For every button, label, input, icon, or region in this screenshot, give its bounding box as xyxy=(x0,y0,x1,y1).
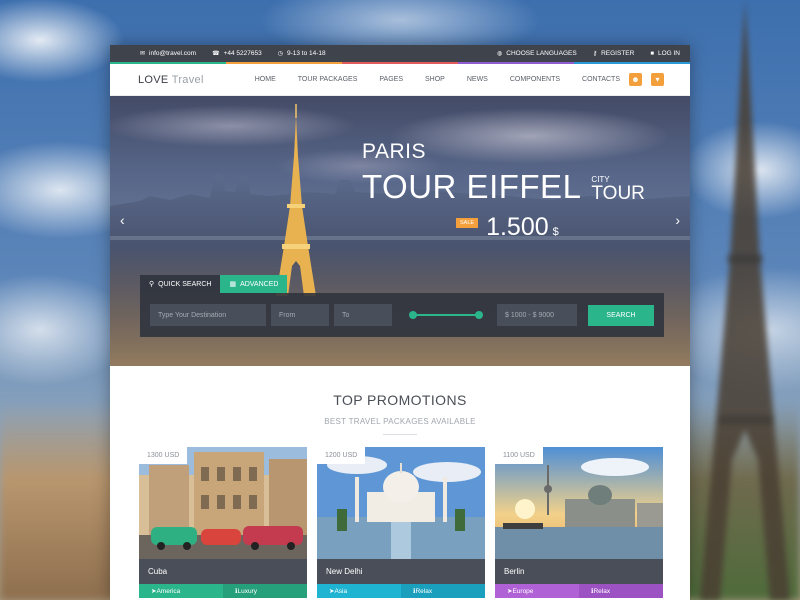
website-frame: ✉ info@travel.com ☎ +44 5227653 ◷ 9-13 t… xyxy=(110,45,690,600)
tag-region-label: Europe xyxy=(512,587,534,595)
nav-pages[interactable]: PAGES xyxy=(379,76,403,83)
tab-quick-label: QUICK SEARCH xyxy=(158,280,212,288)
languages-label: CHOOSE LANGUAGES xyxy=(506,50,577,57)
card-tag-type[interactable]: ℹ Relax xyxy=(401,584,485,598)
nav-shop[interactable]: SHOP xyxy=(425,76,445,83)
card-price-badge: 1100 USD xyxy=(495,447,543,464)
promotion-cards: 1300 USD Cuba ➤ America ℹ Luxury 1200 US… xyxy=(110,435,690,598)
search-icon: ⚲ xyxy=(149,281,155,288)
login-label: LOG IN xyxy=(657,50,680,57)
promo-card-cuba[interactable]: 1300 USD Cuba ➤ America ℹ Luxury xyxy=(139,447,307,598)
sale-badge: SALE xyxy=(456,217,479,228)
promo-card-new-delhi[interactable]: 1200 USD New Delhi ➤ Asia ℹ Relax xyxy=(317,447,485,598)
card-price-badge: 1300 USD xyxy=(139,447,188,464)
nav-home[interactable]: HOME xyxy=(255,76,276,83)
card-tags: ➤ Europe ℹ Relax xyxy=(495,584,663,598)
tag-type-label: Luxury xyxy=(237,587,257,595)
hero-slider: ‹ › PARIS TOUR EIFFEL CITY TOUR SALE 1.5… xyxy=(110,96,690,366)
hero-city: PARIS xyxy=(362,140,426,163)
card-city-name: Cuba xyxy=(139,559,307,584)
chevron-right-icon[interactable]: › xyxy=(675,212,680,228)
background-ground-left xyxy=(0,400,120,600)
hero-caption: PARIS TOUR EIFFEL CITY TOUR SALE 1.500 $ xyxy=(362,140,645,242)
hero-tour: TOUR xyxy=(591,183,645,204)
tab-quick-search[interactable]: ⚲ QUICK SEARCH xyxy=(140,275,221,293)
main-menu: HOME TOUR PACKAGES PAGES SHOP NEWS COMPO… xyxy=(233,73,664,86)
promotions-subtitle: BEST TRAVEL PACKAGES AVAILABLE xyxy=(324,417,476,426)
berlin-image: 1100 USD xyxy=(495,447,663,559)
lock-icon: ■ xyxy=(650,50,654,57)
card-tags: ➤ America ℹ Luxury xyxy=(139,584,307,598)
background-eiffel-tower xyxy=(700,0,790,600)
logo-bold: LOVE xyxy=(138,73,169,86)
card-price-badge: 1200 USD xyxy=(317,447,366,464)
promotions-header: TOP PROMOTIONS BEST TRAVEL PACKAGES AVAI… xyxy=(110,366,690,435)
new-delhi-image: 1200 USD xyxy=(317,447,485,559)
hours-text: 9-13 to 14-18 xyxy=(286,50,326,57)
cart-icon[interactable]: ▾ xyxy=(651,73,664,86)
slider-max-handle[interactable] xyxy=(475,311,483,319)
card-tag-type[interactable]: ℹ Relax xyxy=(579,584,663,598)
to-date-input[interactable]: To xyxy=(334,304,392,326)
card-city-name: New Delhi xyxy=(317,559,485,584)
hero-title-row: TOUR EIFFEL CITY TOUR xyxy=(362,170,645,203)
tag-region-label: Asia xyxy=(334,587,348,595)
card-tag-type[interactable]: ℹ Luxury xyxy=(223,584,307,598)
email-text: info@travel.com xyxy=(149,50,197,57)
tag-type-label: Relax xyxy=(415,587,433,595)
card-city-name: Berlin xyxy=(495,559,663,584)
card-tag-region[interactable]: ➤ Europe xyxy=(495,584,579,598)
tab-advanced-label: ADVANCED xyxy=(240,280,279,288)
nav-news[interactable]: NEWS xyxy=(467,76,488,83)
tab-advanced[interactable]: ▦ ADVANCED xyxy=(220,275,288,293)
topbar-email[interactable]: ✉ info@travel.com xyxy=(140,50,196,57)
main-navbar: LOVE Travel HOME TOUR PACKAGES PAGES SHO… xyxy=(110,64,690,96)
site-logo[interactable]: LOVE Travel xyxy=(138,74,204,86)
nav-contacts[interactable]: CONTACTS xyxy=(582,76,620,83)
nav-tour-packages[interactable]: TOUR PACKAGES xyxy=(298,76,358,83)
chevron-left-icon[interactable]: ‹ xyxy=(120,212,125,228)
price-range-display: $ 1000 - $ 9000 xyxy=(497,304,577,326)
topbar-right-links: ◍ CHOOSE LANGUAGES ⚷ REGISTER ■ LOG IN xyxy=(481,50,680,57)
slider-track xyxy=(413,314,479,316)
hero-currency: $ xyxy=(552,225,559,238)
key-icon: ⚷ xyxy=(592,51,598,57)
price-range-slider[interactable] xyxy=(403,304,489,326)
envelope-icon: ✉ xyxy=(140,51,146,57)
search-tabs: ⚲ QUICK SEARCH ▦ ADVANCED xyxy=(140,275,288,293)
promotions-title: TOP PROMOTIONS xyxy=(333,392,467,408)
nav-components[interactable]: COMPONENTS xyxy=(510,76,560,83)
from-date-input[interactable]: From xyxy=(271,304,329,326)
cuba-image: 1300 USD xyxy=(139,447,307,559)
top-bar: ✉ info@travel.com ☎ +44 5227653 ◷ 9-13 t… xyxy=(110,45,690,62)
card-tag-region[interactable]: ➤ America xyxy=(139,584,223,598)
hero-price-row: SALE 1.500 $ xyxy=(456,213,645,242)
hero-price: 1.500 xyxy=(486,213,549,241)
card-tag-region[interactable]: ➤ Asia xyxy=(317,584,401,598)
topbar-phone: ☎ +44 5227653 xyxy=(212,50,262,57)
globe-icon: ◍ xyxy=(497,51,503,57)
hero-city-tour: CITY TOUR xyxy=(591,176,645,204)
promo-card-berlin[interactable]: 1100 USD Berlin ➤ Europe ℹ Relax xyxy=(495,447,663,598)
tag-region-label: America xyxy=(156,587,181,595)
phone-icon: ☎ xyxy=(212,51,220,57)
hero-title: TOUR EIFFEL xyxy=(362,168,582,205)
register-label: REGISTER xyxy=(601,50,635,57)
search-button[interactable]: SEARCH xyxy=(588,304,654,326)
register-link[interactable]: ⚷ REGISTER xyxy=(593,50,635,57)
clock-icon: ◷ xyxy=(277,51,283,57)
card-tags: ➤ Asia ℹ Relax xyxy=(317,584,485,598)
logo-light: Travel xyxy=(171,73,204,86)
choose-languages-link[interactable]: ◍ CHOOSE LANGUAGES xyxy=(497,50,577,57)
user-icon[interactable]: ☻ xyxy=(629,73,642,86)
grid-icon: ▦ xyxy=(229,281,237,288)
phone-text: +44 5227653 xyxy=(223,50,262,57)
destination-input[interactable]: Type Your Destination xyxy=(150,304,266,326)
login-link[interactable]: ■ LOG IN xyxy=(650,50,680,57)
topbar-hours: ◷ 9-13 to 14-18 xyxy=(278,50,326,57)
search-panel: Type Your Destination From To $ 1000 - $… xyxy=(140,293,664,337)
slider-min-handle[interactable] xyxy=(409,311,417,319)
tag-type-label: Relax xyxy=(593,587,611,595)
